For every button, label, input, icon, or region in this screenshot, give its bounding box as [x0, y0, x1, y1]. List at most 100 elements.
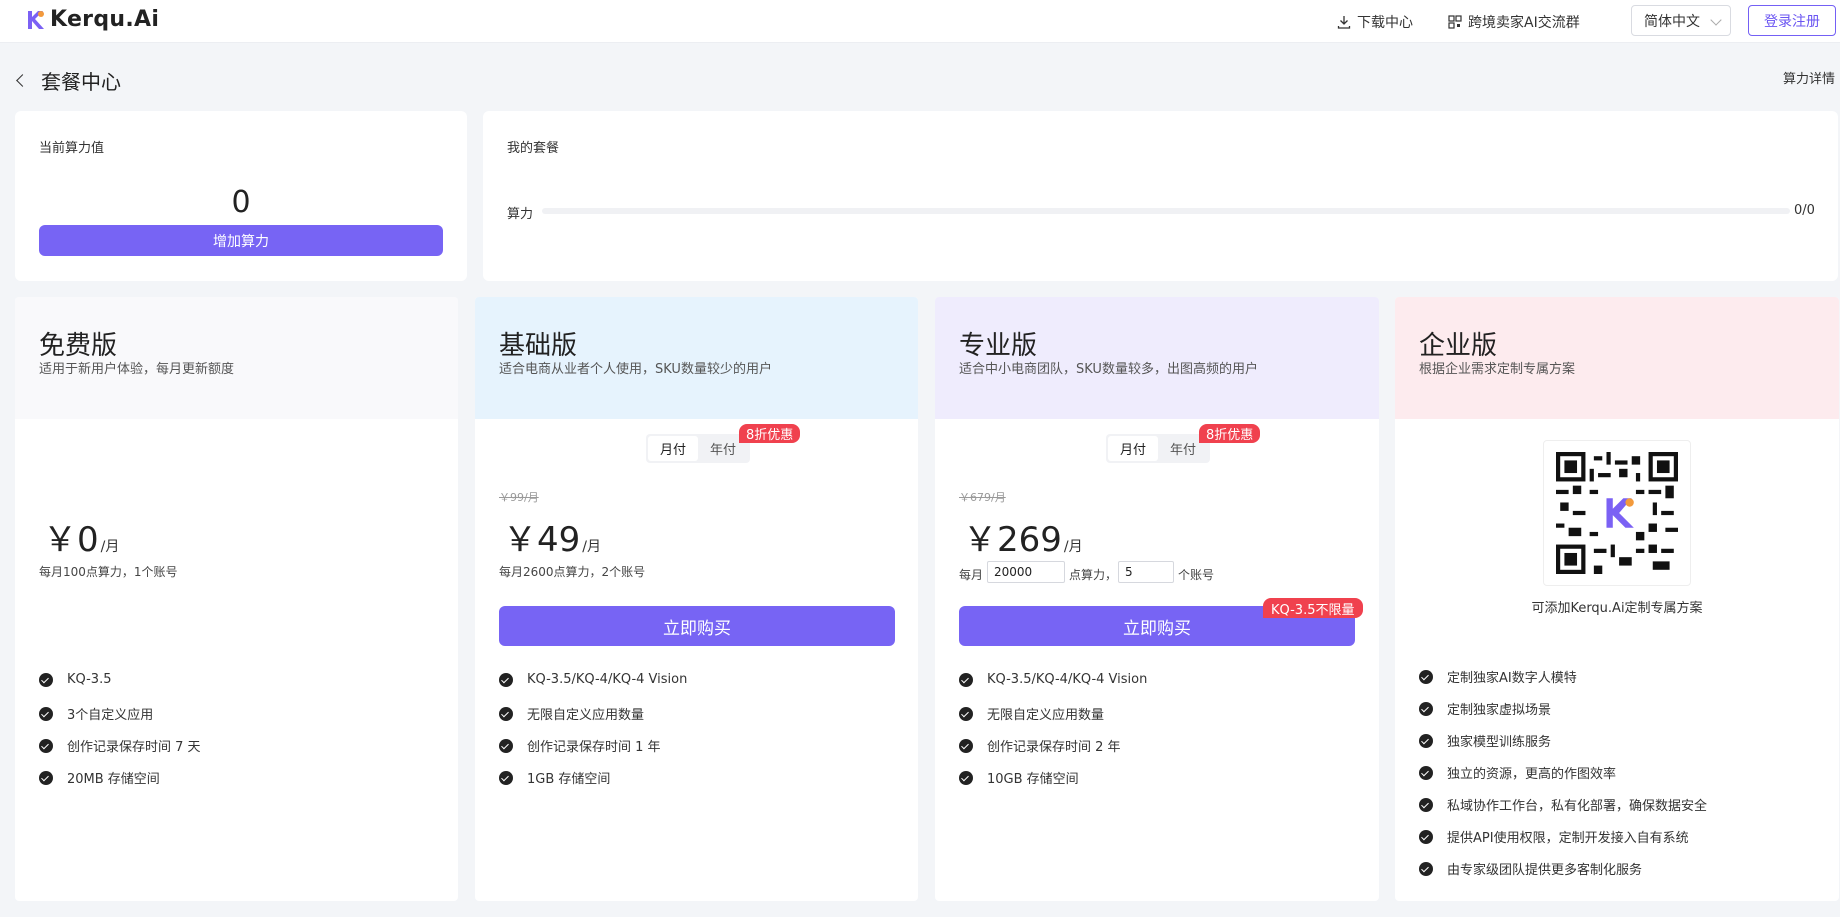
page-title: 套餐中心: [41, 70, 121, 94]
feature-label: 3个自定义应用: [67, 708, 154, 723]
plan-name: 专业版: [959, 331, 1038, 361]
seller-group-link[interactable]: 跨境卖家AI交流群: [1448, 12, 1580, 32]
current-power-value: 0: [231, 185, 251, 220]
check-icon: [1419, 765, 1433, 780]
unlimited-badge: KQ-3.5不限量: [1263, 598, 1363, 618]
feature-item: 1GB 存储空间: [499, 768, 610, 787]
basic-price: ￥ 49 /月: [503, 512, 601, 561]
feature-label: 提供API使用权限，定制开发接入自有系统: [1447, 831, 1689, 846]
login-register-button[interactable]: 登录注册: [1748, 5, 1836, 36]
feature-label: 定制独家AI数字人模特: [1447, 671, 1577, 686]
feature-item: 提供API使用权限，定制开发接入自有系统: [1419, 827, 1689, 846]
price-unit: /月: [100, 539, 120, 555]
feature-label: 无限自定义应用数量: [527, 708, 645, 723]
kerqu-logo-icon: [28, 10, 44, 29]
feature-label: 定制独家虚拟场景: [1447, 703, 1552, 718]
check-icon: [1419, 701, 1433, 716]
power-progress-bar: [542, 208, 1790, 214]
power-progress-value: 0/0: [1794, 203, 1815, 218]
check-icon: [1419, 797, 1433, 812]
check-icon: [499, 706, 513, 721]
feature-item: KQ-3.5: [39, 672, 111, 687]
check-icon: [499, 770, 513, 785]
points-input[interactable]: 20000: [987, 561, 1065, 583]
feature-label: 创作记录保存时间 7 天: [67, 740, 201, 755]
plan-desc: 适合电商从业者个人使用，SKU数量较少的用户: [499, 362, 772, 377]
back-arrow-icon[interactable]: [16, 74, 29, 87]
feature-label: 创作记录保存时间 1 年: [527, 740, 661, 755]
price-amount: 0: [77, 520, 99, 560]
seller-group-label: 跨境卖家AI交流群: [1468, 15, 1580, 31]
plan-card-free: 免费版 适用于新用户体验，每月更新额度: [15, 297, 458, 901]
current-power-label: 当前算力值: [39, 141, 105, 156]
feature-item: 20MB 存储空间: [39, 768, 160, 787]
check-icon: [1419, 733, 1433, 748]
buy-button-basic[interactable]: 立即购买: [499, 606, 895, 646]
check-icon: [959, 672, 973, 687]
feature-label: 由专家级团队提供更多客制化服务: [1447, 863, 1643, 878]
feature-item: 独家模型训练服务: [1419, 731, 1551, 750]
qr-caption: 可添加Kerqu.Ai定制专属方案: [1531, 601, 1703, 616]
plan-name: 企业版: [1419, 331, 1498, 361]
download-center-link[interactable]: 下载中心: [1337, 12, 1413, 32]
check-icon: [499, 672, 513, 687]
check-icon: [959, 738, 973, 753]
feature-item: 创作记录保存时间 2 年: [959, 736, 1121, 755]
enterprise-qr-code: [1543, 440, 1691, 586]
free-price: ￥ 0 /月: [43, 512, 119, 561]
check-icon: [39, 770, 53, 785]
check-icon: [39, 672, 53, 687]
feature-label: 20MB 存储空间: [67, 772, 160, 787]
feature-item: KQ-3.5/KQ-4/KQ-4 Vision: [959, 672, 1147, 687]
power-progress-label: 算力: [507, 207, 534, 222]
price-unit: /月: [582, 539, 601, 555]
discount-badge: 8折优惠: [739, 424, 801, 443]
plan-name: 基础版: [499, 331, 578, 361]
chevron-down-icon: [1710, 14, 1722, 26]
free-quota: 每月100点算力，1个账号: [39, 565, 178, 579]
feature-label: KQ-3.5: [67, 672, 112, 687]
check-icon: [39, 738, 53, 753]
price-amount: 49: [537, 520, 581, 560]
feature-item: 定制独家虚拟场景: [1419, 699, 1551, 718]
my-plan-label: 我的套餐: [507, 141, 560, 156]
add-power-button[interactable]: 增加算力: [39, 225, 443, 256]
original-price: ￥99/月: [499, 491, 539, 504]
feature-label: 无限自定义应用数量: [987, 708, 1105, 723]
feature-item: KQ-3.5/KQ-4/KQ-4 Vision: [499, 672, 687, 687]
qrcode-icon: [1448, 15, 1462, 29]
feature-item: 创作记录保存时间 1 年: [499, 736, 661, 755]
basic-quota: 每月2600点算力，2个账号: [499, 565, 646, 579]
plan-card-basic: 基础版 适合电商从业者个人使用，SKU数量较少的用户: [475, 297, 918, 901]
language-select[interactable]: 简体中文: [1631, 5, 1731, 36]
feature-item: 10GB 存储空间: [959, 768, 1079, 787]
price-amount: 269: [997, 520, 1062, 560]
toggle-monthly[interactable]: 月付: [1108, 436, 1158, 461]
plan-desc: 根据企业需求定制专属方案: [1419, 362, 1576, 377]
check-icon: [1419, 829, 1433, 844]
discount-badge: 8折优惠: [1199, 424, 1261, 443]
feature-item: 3个自定义应用: [39, 704, 153, 723]
price-unit: /月: [1063, 539, 1083, 555]
feature-item: 独立的资源，更高的作图效率: [1419, 763, 1616, 782]
page-header: 套餐中心: [14, 66, 121, 95]
plan-name: 免费版: [39, 331, 118, 361]
feature-label: 10GB 存储空间: [987, 772, 1079, 787]
check-icon: [1419, 669, 1433, 684]
feature-item: 无限自定义应用数量: [959, 704, 1104, 723]
feature-item: 由专家级团队提供更多客制化服务: [1419, 859, 1642, 878]
feature-label: 独家模型训练服务: [1447, 735, 1552, 750]
accounts-input[interactable]: 5: [1118, 561, 1174, 583]
language-value: 简体中文: [1644, 13, 1700, 30]
power-detail-link[interactable]: 算力详情: [1783, 68, 1835, 87]
price-currency: ￥: [963, 520, 997, 560]
plan-desc: 适用于新用户体验，每月更新额度: [39, 362, 235, 377]
feature-label: KQ-3.5/KQ-4/KQ-4 Vision: [527, 672, 688, 687]
logo[interactable]: Kerqu.Ai: [24, 7, 159, 32]
check-icon: [499, 738, 513, 753]
check-icon: [959, 770, 973, 785]
pro-quota-mid: 点算力，: [1069, 568, 1118, 582]
pro-quota-suffix: 个账号: [1178, 568, 1215, 582]
top-header: Kerqu.Ai 下载中心 跨境卖家AI交流群 简体中文 登录注册: [0, 0, 1840, 43]
toggle-monthly[interactable]: 月付: [648, 436, 698, 461]
